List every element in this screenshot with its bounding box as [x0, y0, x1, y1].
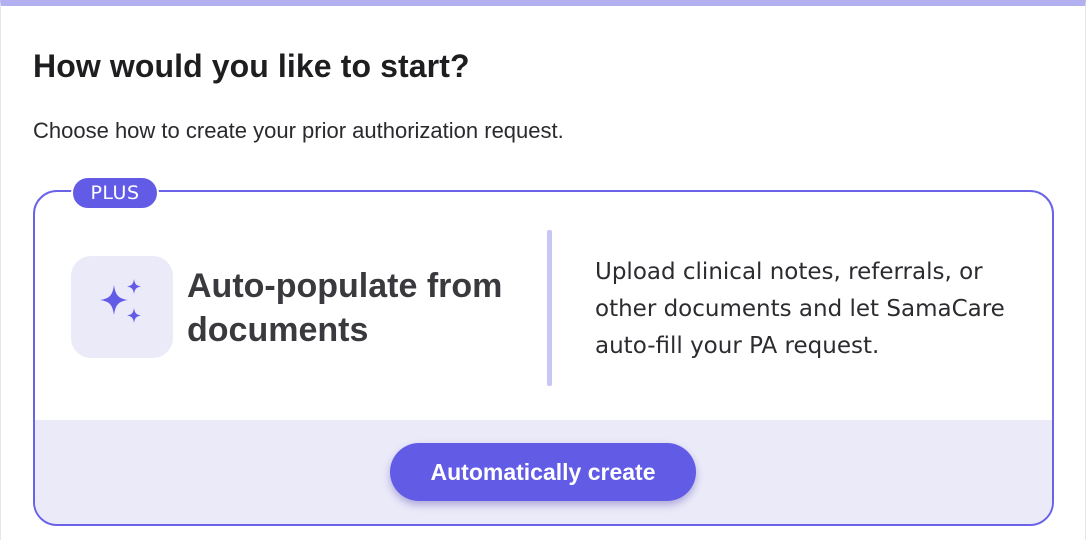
vertical-divider: [547, 230, 552, 386]
automatically-create-button[interactable]: Automatically create: [390, 443, 696, 501]
sparkles-icon: [92, 275, 152, 340]
page-title: How would you like to start?: [33, 48, 470, 84]
icon-tile: [71, 256, 173, 358]
page-subtitle: Choose how to create your prior authoriz…: [33, 118, 564, 143]
option-description: Upload clinical notes, referrals, or oth…: [595, 259, 1005, 359]
plus-badge: PLUS: [71, 176, 159, 210]
start-panel: How would you like to start? Choose how …: [0, 0, 1086, 540]
option-title: Auto-populate from documents: [187, 267, 503, 349]
